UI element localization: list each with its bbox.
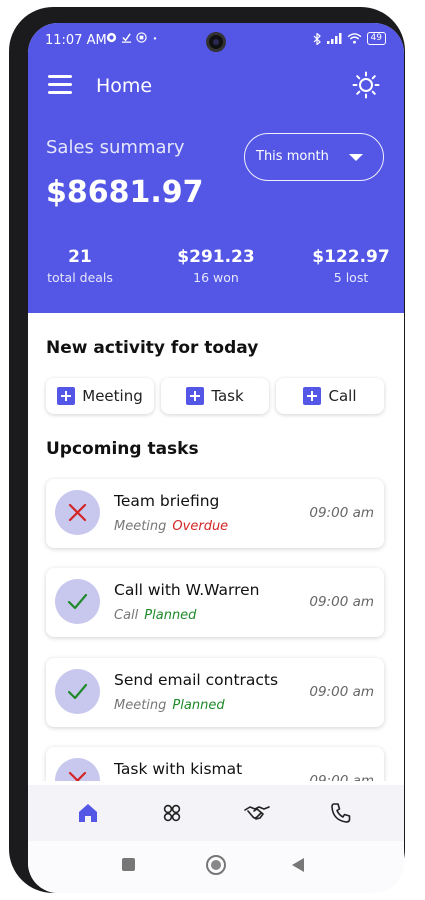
add-task-button[interactable]: Task	[161, 378, 269, 414]
task-status: Planned	[144, 608, 197, 623]
bottom-nav	[28, 785, 404, 841]
menu-icon[interactable]	[48, 75, 72, 95]
system-nav-bar	[28, 841, 404, 893]
back-button[interactable]	[292, 858, 304, 872]
check-icon	[67, 683, 88, 700]
app-bar: Home	[28, 67, 404, 107]
task-type: Call	[114, 608, 139, 623]
task-meta: Meeting Planned	[114, 698, 225, 713]
bluetooth-icon	[313, 32, 321, 45]
task-title: Team briefing	[114, 492, 220, 510]
home-button[interactable]	[206, 855, 226, 875]
download-icon	[121, 33, 132, 43]
signal-icon	[326, 33, 342, 44]
phone-icon[interactable]	[328, 801, 354, 825]
task-status: Overdue	[172, 519, 229, 534]
task-type: Meeting	[114, 698, 167, 713]
notification-icons	[106, 32, 159, 43]
stat-value: $291.23	[177, 247, 255, 267]
task-status: Planned	[172, 698, 225, 713]
new-activity-title: New activity for today	[46, 338, 259, 358]
task-meta: Call Planned	[114, 608, 196, 623]
task-meta: Meeting Overdue	[114, 519, 228, 534]
home-icon[interactable]	[75, 801, 101, 825]
plus-icon	[186, 387, 205, 405]
task-status-avatar	[55, 758, 100, 781]
add-call-button[interactable]: Call	[276, 378, 384, 414]
task-status-avatar	[55, 669, 100, 714]
task-card[interactable]: Team briefing Meeting Overdue 09:00 am	[46, 479, 384, 548]
stat-value: 21	[68, 247, 92, 267]
task-title: Send email contracts	[114, 671, 279, 689]
task-status-avatar	[55, 490, 100, 535]
page-title: Home	[96, 75, 153, 97]
button-label: Meeting	[82, 387, 143, 405]
sales-summary-label: Sales summary	[46, 137, 185, 158]
task-card[interactable]: Send email contracts Meeting Planned 09:0…	[46, 658, 384, 727]
dot-icon	[153, 37, 157, 40]
add-meeting-button[interactable]: Meeting	[46, 378, 154, 414]
deals-icon[interactable]	[244, 801, 270, 825]
button-label: Call	[328, 387, 357, 405]
task-status-avatar	[55, 579, 100, 624]
task-type: Meeting	[114, 519, 167, 534]
task-card[interactable]: Task with kismat 09:00 am	[46, 747, 384, 781]
task-title: Task with kismat	[114, 760, 243, 778]
task-list: Team briefing Meeting Overdue 09:00 am Ca…	[28, 463, 404, 781]
button-label: Task	[211, 387, 244, 405]
stat-total-deals: 21 total deals	[28, 247, 140, 285]
task-title: Call with W.Warren	[114, 581, 260, 599]
stat-label: 5 lost	[333, 270, 369, 285]
status-time: 11:07 AM	[45, 33, 107, 48]
system-icons: 49	[313, 32, 386, 45]
app-icon	[136, 32, 147, 43]
phone-frame: 11:07 AM 49 Home Sales summary $8681.97 …	[9, 7, 405, 893]
contacts-icon[interactable]	[159, 801, 185, 825]
task-time: 09:00 am	[309, 505, 374, 521]
screen: 11:07 AM 49 Home Sales summary $8681.97 …	[28, 23, 404, 893]
task-card[interactable]: Call with W.Warren Call Planned 09:00 am	[46, 568, 384, 637]
plus-icon	[57, 387, 76, 405]
recent-apps-button[interactable]	[122, 858, 135, 871]
camera-icon	[206, 32, 226, 52]
stat-value: $122.97	[312, 247, 390, 267]
stat-label: total deals	[47, 270, 113, 285]
status-bar: 11:07 AM 49	[28, 23, 404, 59]
period-selected-label: This month	[256, 149, 329, 164]
caret-down-icon	[349, 154, 363, 161]
stat-label: 16 won	[193, 270, 239, 285]
period-dropdown[interactable]: This month	[244, 133, 384, 181]
stat-lost: $122.97 5 lost	[291, 247, 404, 285]
sales-amount: $8681.97	[46, 175, 204, 210]
x-icon	[68, 771, 87, 781]
wifi-icon	[347, 33, 361, 44]
x-icon	[68, 503, 87, 522]
check-icon	[67, 593, 88, 610]
whatsapp-icon	[106, 32, 117, 43]
task-time: 09:00 am	[309, 594, 374, 610]
plus-icon	[303, 387, 322, 405]
battery-indicator: 49	[366, 32, 386, 45]
stat-won: $291.23 16 won	[156, 247, 276, 285]
sun-icon[interactable]	[352, 71, 380, 99]
task-time: 09:00 am	[309, 684, 374, 700]
task-time: 09:00 am	[309, 773, 374, 781]
upcoming-tasks-title: Upcoming tasks	[46, 439, 199, 459]
